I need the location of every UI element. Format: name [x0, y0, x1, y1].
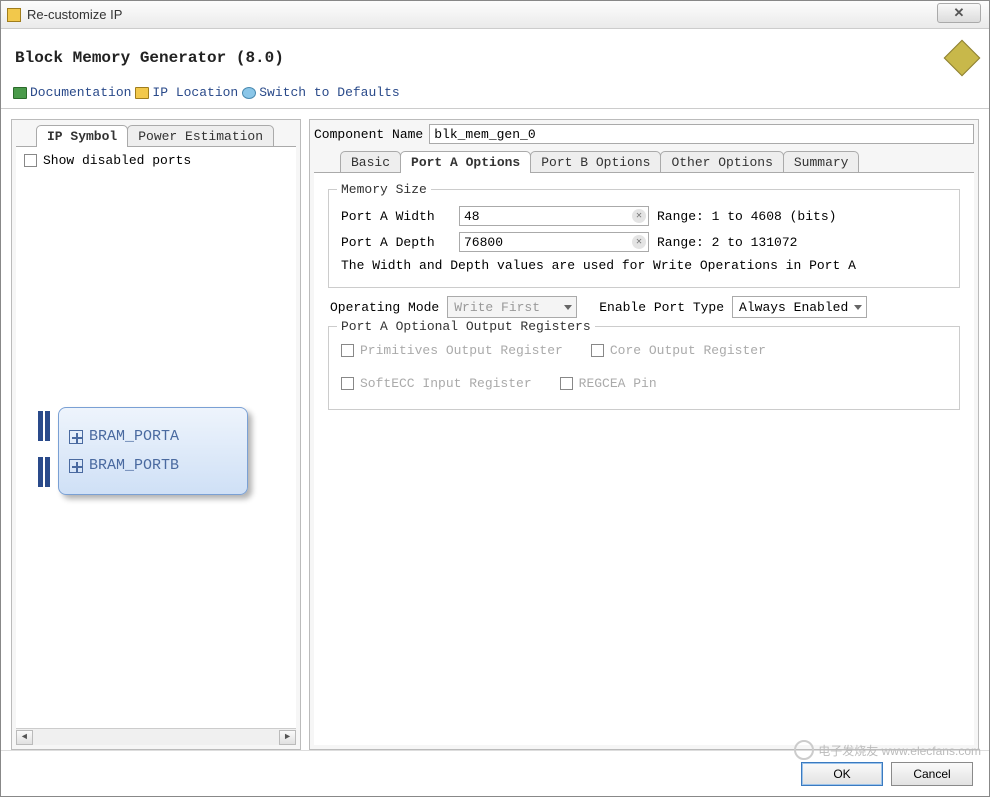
switch-defaults-link[interactable]: Switch to Defaults — [242, 85, 399, 100]
clear-icon[interactable]: ✕ — [632, 209, 646, 223]
app-icon — [7, 8, 21, 22]
checkbox-icon — [341, 377, 354, 390]
port-bram-porta[interactable]: BRAM_PORTA — [69, 428, 237, 445]
optional-output-registers-group: Port A Optional Output Registers Primiti… — [328, 326, 960, 410]
show-disabled-ports-label: Show disabled ports — [43, 153, 191, 168]
port-a-depth-range: Range: 2 to 131072 — [657, 235, 797, 250]
ok-button[interactable]: OK — [801, 762, 883, 786]
bus-connector-icon — [38, 411, 58, 491]
port-a-width-input[interactable] — [459, 206, 649, 226]
softecc-row: SoftECC Input Register REGCEA Pin — [341, 376, 947, 391]
chevron-down-icon — [854, 305, 862, 310]
ip-location-label: IP Location — [152, 85, 238, 100]
primitives-output-register-label: Primitives Output Register — [360, 343, 563, 358]
enable-port-type-label: Enable Port Type — [599, 300, 724, 315]
header-title: Block Memory Generator (8.0) — [15, 49, 284, 67]
memory-size-group: Memory Size Port A Width ✕ Range: 1 to 4… — [328, 189, 960, 288]
cancel-label: Cancel — [913, 767, 950, 781]
regcea-pin-checkbox: REGCEA Pin — [560, 376, 657, 391]
enable-port-type-value: Always Enabled — [739, 300, 848, 315]
enable-port-type-select[interactable]: Always Enabled — [732, 296, 867, 318]
expand-icon[interactable] — [69, 459, 83, 473]
softecc-input-register-label: SoftECC Input Register — [360, 376, 532, 391]
port-a-width-label: Port A Width — [341, 209, 451, 224]
output-registers-row: Primitives Output Register Core Output R… — [341, 343, 947, 358]
left-tabs: IP Symbol Power Estimation — [12, 121, 300, 147]
right-panel: Component Name Basic Port A Options Port… — [309, 119, 979, 750]
chevron-down-icon — [564, 305, 572, 310]
core-output-register-label: Core Output Register — [610, 343, 766, 358]
switch-defaults-label: Switch to Defaults — [259, 85, 399, 100]
port-a-depth-input[interactable] — [459, 232, 649, 252]
tab-basic[interactable]: Basic — [340, 151, 401, 173]
ip-symbol-view: Show disabled ports BRAM_PORTA BRAM_PORT… — [16, 146, 296, 745]
memory-size-legend: Memory Size — [337, 182, 431, 197]
documentation-label: Documentation — [30, 85, 131, 100]
component-name-row: Component Name — [310, 120, 978, 150]
port-a-width-input-wrap: ✕ — [459, 206, 649, 226]
regcea-pin-label: REGCEA Pin — [579, 376, 657, 391]
port-a-width-range: Range: 1 to 4608 (bits) — [657, 209, 836, 224]
port-bram-portb[interactable]: BRAM_PORTB — [69, 457, 237, 474]
component-name-input[interactable] — [429, 124, 974, 144]
window-title: Re-customize IP — [27, 7, 122, 22]
horizontal-scrollbar[interactable]: ◄ ► — [16, 728, 296, 745]
operating-mode-select: Write First — [447, 296, 577, 318]
port-label: BRAM_PORTA — [89, 428, 179, 445]
body: IP Symbol Power Estimation Show disabled… — [1, 109, 989, 750]
softecc-input-register-checkbox: SoftECC Input Register — [341, 376, 532, 391]
toolbar: Documentation IP Location Switch to Defa… — [1, 81, 989, 109]
port-label: BRAM_PORTB — [89, 457, 179, 474]
checkbox-icon — [560, 377, 573, 390]
operating-mode-label: Operating Mode — [330, 300, 439, 315]
folder-icon — [135, 87, 149, 99]
port-a-depth-row: Port A Depth ✕ Range: 2 to 131072 — [341, 232, 947, 252]
dialog-window: Re-customize IP ✕ Block Memory Generator… — [0, 0, 990, 797]
config-tabs: Basic Port A Options Port B Options Othe… — [310, 151, 978, 173]
optional-registers-legend: Port A Optional Output Registers — [337, 319, 595, 334]
ok-label: OK — [833, 767, 850, 781]
expand-icon[interactable] — [69, 430, 83, 444]
tab-port-a-options[interactable]: Port A Options — [400, 151, 531, 173]
port-a-width-row: Port A Width ✕ Range: 1 to 4608 (bits) — [341, 206, 947, 226]
tab-port-b-options[interactable]: Port B Options — [530, 151, 661, 173]
close-button[interactable]: ✕ — [937, 3, 981, 23]
close-icon: ✕ — [954, 5, 965, 21]
cancel-button[interactable]: Cancel — [891, 762, 973, 786]
left-panel: IP Symbol Power Estimation Show disabled… — [11, 119, 301, 750]
operating-mode-value: Write First — [454, 300, 540, 315]
show-disabled-ports-checkbox[interactable]: Show disabled ports — [16, 147, 296, 174]
operating-mode-row: Operating Mode Write First Enable Port T… — [330, 296, 964, 318]
port-a-depth-label: Port A Depth — [341, 235, 451, 250]
product-logo-icon — [944, 40, 981, 77]
refresh-icon — [242, 87, 256, 99]
core-output-register-checkbox: Core Output Register — [591, 343, 766, 358]
checkbox-icon — [24, 154, 37, 167]
memory-size-note: The Width and Depth values are used for … — [341, 258, 947, 273]
ip-location-link[interactable]: IP Location — [135, 85, 238, 100]
checkbox-icon — [341, 344, 354, 357]
clear-icon[interactable]: ✕ — [632, 235, 646, 249]
ip-block-symbol[interactable]: BRAM_PORTA BRAM_PORTB — [58, 407, 248, 495]
component-name-label: Component Name — [314, 127, 423, 142]
scroll-right-arrow-icon[interactable]: ► — [279, 730, 296, 745]
tab-power-estimation[interactable]: Power Estimation — [127, 125, 274, 147]
footer: OK Cancel — [1, 750, 989, 796]
port-a-depth-input-wrap: ✕ — [459, 232, 649, 252]
documentation-link[interactable]: Documentation — [13, 85, 131, 100]
book-icon — [13, 87, 27, 99]
scroll-left-arrow-icon[interactable]: ◄ — [16, 730, 33, 745]
titlebar: Re-customize IP ✕ — [1, 1, 989, 29]
header: Block Memory Generator (8.0) — [1, 29, 989, 81]
port-a-options-page: Memory Size Port A Width ✕ Range: 1 to 4… — [314, 172, 974, 745]
tab-ip-symbol[interactable]: IP Symbol — [36, 125, 128, 147]
tab-other-options[interactable]: Other Options — [660, 151, 783, 173]
primitives-output-register-checkbox: Primitives Output Register — [341, 343, 563, 358]
checkbox-icon — [591, 344, 604, 357]
tab-summary[interactable]: Summary — [783, 151, 860, 173]
